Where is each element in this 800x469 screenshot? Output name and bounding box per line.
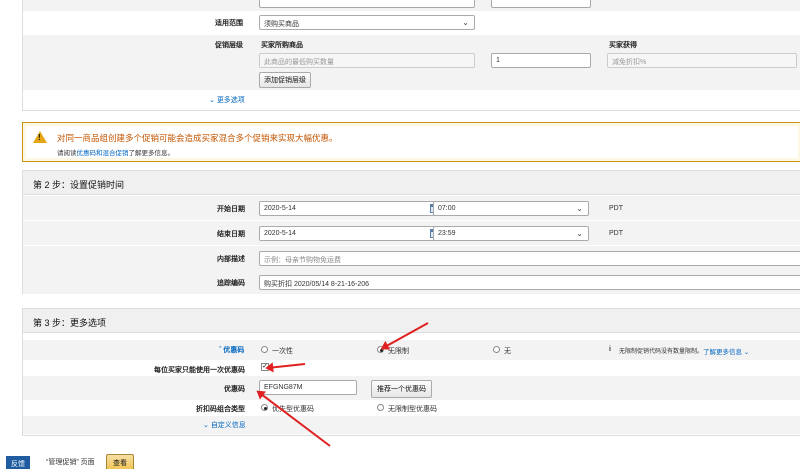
buyer-gets-header: 买家获得 bbox=[609, 42, 637, 49]
warning-body: 请阅读优惠码和混合促销了解更多信息。 bbox=[57, 147, 174, 157]
code-label: 优惠码 bbox=[224, 386, 245, 393]
end-date-input[interactable]: 2020-5-14 bbox=[259, 226, 443, 241]
end-tz: PDT bbox=[609, 230, 623, 237]
radio-priority[interactable] bbox=[261, 404, 268, 411]
info-icon: i bbox=[609, 346, 611, 353]
more-options-label: 更多选项 bbox=[216, 97, 245, 104]
close-icon[interactable]: × bbox=[36, 457, 40, 464]
chevron-down-icon: ⌄ bbox=[576, 204, 583, 213]
more-options-row: ⌄ 更多选项 bbox=[23, 90, 800, 110]
qty-input[interactable]: 1 bbox=[491, 53, 591, 68]
warning-icon: ! bbox=[33, 131, 47, 143]
custom-info-label: 自定义信息 bbox=[210, 422, 246, 429]
scope-row: 适用范围 须购买商品 ⌄ bbox=[23, 11, 800, 35]
radio-once[interactable] bbox=[261, 346, 268, 353]
coupon-label: 优惠码 bbox=[223, 347, 245, 354]
warning-body-link[interactable]: 优惠码和混合促销 bbox=[77, 150, 129, 157]
tiers-row: 促销层级 买家所购商品 买家获得 此商品的最低购买数量 1 减免折扣% 添加促销… bbox=[23, 35, 800, 90]
start-date-row: 开始日期 2020-5-14 07:00 ⌄ PDT bbox=[23, 196, 800, 220]
cut-input[interactable] bbox=[491, 0, 591, 8]
scope-label: 适用范围 bbox=[215, 20, 243, 27]
promotion-conditions-panel: 适用范围 须购买商品 ⌄ 促销层级 买家所购商品 买家获得 此商品的最低购买数量… bbox=[22, 0, 800, 111]
code-row: 优惠码 EFGNG87M 推荐一个优惠码 bbox=[23, 376, 800, 400]
warning-box: ! 对同一商品组创建多个促销可能会造成买家混合多个促销来实现大幅优惠。 请阅读优… bbox=[22, 122, 800, 162]
tracking-label: 追踪编码 bbox=[217, 280, 245, 287]
feedback-button[interactable]: 反馈 bbox=[6, 456, 30, 469]
cut-row bbox=[23, 0, 800, 11]
end-time-select[interactable]: 23:59 ⌄ bbox=[433, 226, 589, 241]
end-date-value: 2020-5-14 bbox=[264, 230, 296, 237]
start-time-value: 07:00 bbox=[438, 205, 456, 212]
start-label: 开始日期 bbox=[217, 206, 245, 213]
view-button[interactable]: 查看 bbox=[106, 454, 134, 469]
info-text: 无限制促销代码没有数量限制。 bbox=[619, 349, 704, 355]
scope-value: 须购买商品 bbox=[264, 21, 299, 28]
step3-header: 第 3 步：更多选项 bbox=[23, 309, 800, 333]
add-tier-button[interactable]: 添加促销层级 bbox=[259, 72, 311, 88]
more-options-link[interactable]: ⌄ 更多选项 bbox=[209, 95, 245, 105]
end-label: 结束日期 bbox=[217, 231, 245, 238]
tiers-label: 促销层级 bbox=[215, 42, 243, 49]
learn-more-link[interactable]: 了解更多信息 ⌄ bbox=[703, 346, 749, 356]
radio-once-label: 一次性 bbox=[272, 348, 293, 355]
learn-more-label: 了解更多信息 bbox=[703, 349, 742, 356]
radio-unlimited-combo[interactable] bbox=[377, 404, 384, 411]
combo-label: 折扣码组合类型 bbox=[196, 406, 245, 413]
manage-promotions-text: “管理促销” 页面 bbox=[46, 459, 95, 466]
buyer-purchases-header: 买家所购商品 bbox=[261, 42, 303, 49]
chevron-down-icon: ⌄ bbox=[203, 422, 211, 429]
warning-body-prefix: 请阅读 bbox=[57, 150, 77, 157]
end-date-row: 结束日期 2020-5-14 23:59 ⌄ PDT bbox=[23, 221, 800, 245]
warning-body-suffix: 了解更多信息。 bbox=[128, 150, 175, 157]
end-time-value: 23:59 bbox=[438, 230, 456, 237]
chevron-down-icon: ⌄ bbox=[742, 349, 750, 356]
desc-row: 内部描述 示例：母亲节购物免运费 bbox=[23, 246, 800, 270]
tracking-row: 追踪编码 购买折扣 2020/05/14 8-21-16-206 bbox=[23, 270, 800, 294]
coupon-toggle[interactable]: ˆ 优惠码 bbox=[219, 345, 244, 355]
radio-none-label: 无 bbox=[504, 348, 511, 355]
start-date-input[interactable]: 2020-5-14 bbox=[259, 201, 443, 216]
step2-header: 第 2 步：设置促销时间 bbox=[23, 171, 800, 195]
desc-input[interactable]: 示例：母亲节购物免运费 bbox=[259, 251, 800, 266]
warning-title: 对同一商品组创建多个促销可能会造成买家混合多个促销来实现大幅优惠。 bbox=[57, 133, 338, 143]
once-per-buyer-label: 每位买家只能使用一次优惠码 bbox=[154, 367, 245, 374]
step2-panel: 第 2 步：设置促销时间 开始日期 2020-5-14 07:00 ⌄ PDT … bbox=[22, 170, 800, 294]
code-input[interactable]: EFGNG87M bbox=[259, 380, 357, 395]
start-date-value: 2020-5-14 bbox=[264, 205, 296, 212]
cut-select[interactable] bbox=[259, 0, 475, 8]
chevron-down-icon: ⌄ bbox=[209, 97, 217, 104]
chevron-down-icon: ⌄ bbox=[462, 18, 469, 27]
discount-field[interactable]: 减免折扣% bbox=[607, 53, 797, 68]
step3-panel: 第 3 步：更多选项 ˆ 优惠码 一次性 无限制 无 i 无限制促销代码没有数量… bbox=[22, 308, 800, 436]
start-time-select[interactable]: 07:00 ⌄ bbox=[433, 201, 589, 216]
tracking-input[interactable]: 购买折扣 2020/05/14 8-21-16-206 bbox=[259, 275, 800, 290]
desc-label: 内部描述 bbox=[217, 256, 245, 263]
radio-none[interactable] bbox=[493, 346, 500, 353]
suggest-code-button[interactable]: 推荐一个优惠码 bbox=[371, 380, 432, 398]
start-tz: PDT bbox=[609, 205, 623, 212]
scope-select[interactable]: 须购买商品 ⌄ bbox=[259, 15, 475, 30]
custom-row: ⌄ 自定义信息 bbox=[23, 416, 800, 434]
once-per-buyer-row: 每位买家只能使用一次优惠码 ✓ bbox=[23, 360, 800, 376]
radio-unlimited-label: 无限制 bbox=[388, 348, 409, 355]
combo-row: 折扣码组合类型 优先型优惠码 无限制型优惠码 bbox=[23, 400, 800, 416]
min-qty-field[interactable]: 此商品的最低购买数量 bbox=[259, 53, 475, 68]
radio-unlimited-combo-label: 无限制型优惠码 bbox=[388, 406, 437, 413]
chevron-down-icon: ⌄ bbox=[576, 229, 583, 238]
custom-info-link[interactable]: ⌄ 自定义信息 bbox=[203, 420, 246, 430]
coupon-type-row: ˆ 优惠码 一次性 无限制 无 i 无限制促销代码没有数量限制。 了解更多信息 … bbox=[23, 340, 800, 360]
